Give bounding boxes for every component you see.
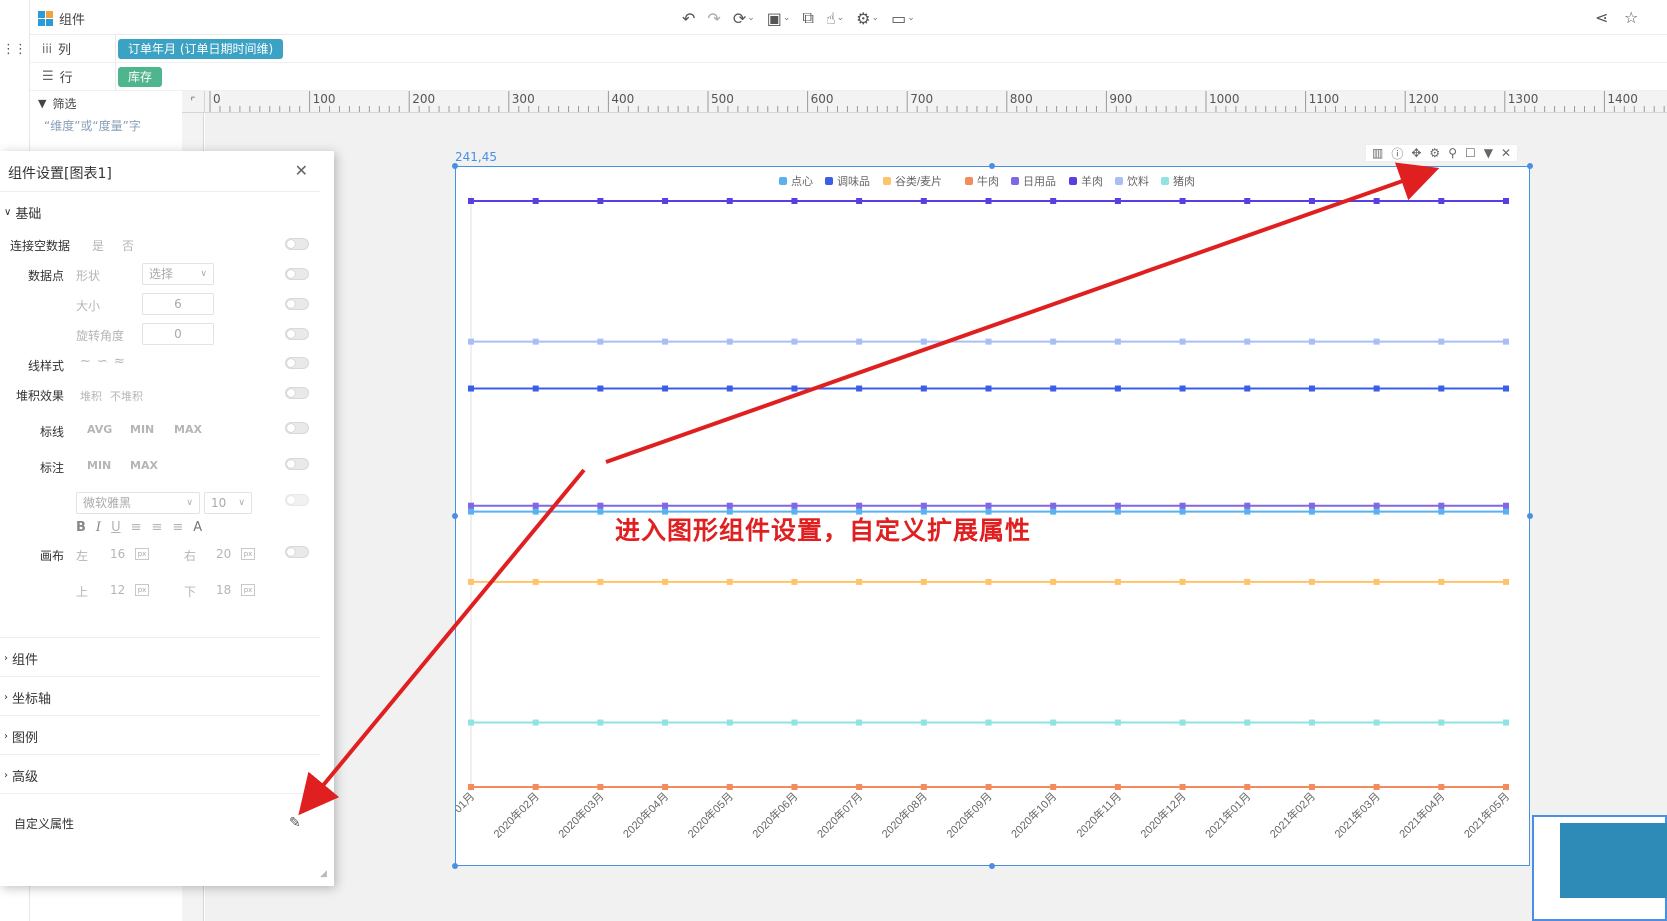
arrow-to-custom-props (298, 468, 586, 816)
arrow-to-chart-toolbar (605, 162, 1440, 464)
annotation-arrows (298, 162, 1440, 816)
